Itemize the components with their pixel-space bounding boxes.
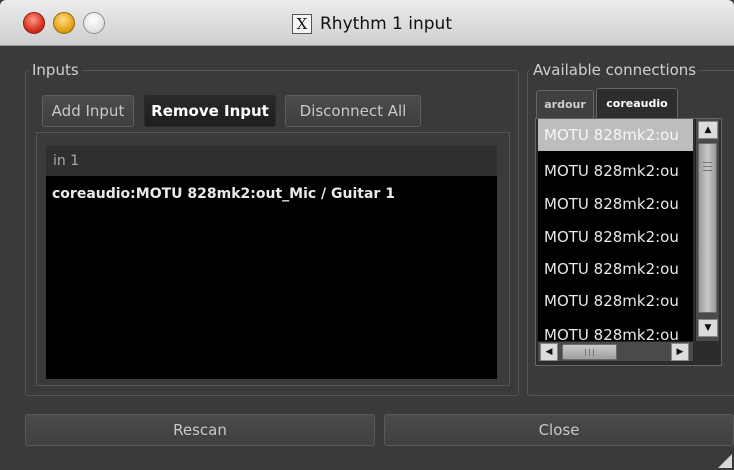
port-connection-entry[interactable]: coreaudio:MOTU 828mk2:out_Mic / Guitar 1 [52,186,395,202]
connection-item[interactable]: MOTU 828mk2:ou [538,188,693,220]
resize-grip-icon[interactable] [718,454,732,468]
grip-line [703,170,712,171]
connection-item[interactable]: MOTU 828mk2:ou [538,285,693,317]
inputs-frame-label: Inputs [29,62,82,78]
x11-app-icon: X [292,14,312,34]
port-connections-area[interactable]: in 1 coreaudio:MOTU 828mk2:out_Mic / Gui… [46,146,497,379]
port-name-header[interactable]: in 1 [46,146,497,176]
vertical-scroll-thumb[interactable] [698,143,717,313]
close-window-button[interactable] [23,12,45,34]
zoom-window-button[interactable] [83,12,105,34]
arrow-down-icon[interactable]: ▼ [698,319,718,337]
grip-line [703,166,712,167]
grip-line [585,349,586,356]
horizontal-scroll-thumb[interactable] [562,344,617,360]
tab-ardour[interactable]: ardour [536,90,594,118]
rhythm-input-window: X Rhythm 1 input Inputs Add Input Remove… [0,0,734,470]
arrow-left-icon[interactable]: ◀ [540,343,558,361]
close-button[interactable]: Close [384,414,734,446]
available-connections-list[interactable]: MOTU 828mk2:ou MOTU 828mk2:ou MOTU 828mk… [538,119,693,341]
window-title: Rhythm 1 input [320,14,452,34]
arrow-up-icon[interactable]: ▲ [698,121,718,139]
remove-input-button[interactable]: Remove Input [144,95,276,127]
arrow-right-icon[interactable]: ▶ [671,343,689,361]
connection-item[interactable]: MOTU 828mk2:ou [538,221,693,253]
add-input-button[interactable]: Add Input [42,95,134,127]
grip-line [593,349,594,356]
grip-line [589,349,590,356]
vertical-scrollbar[interactable]: ▲ ▼ [695,119,719,341]
connection-item[interactable]: MOTU 828mk2:ou [538,155,693,187]
grip-line [703,162,712,163]
disconnect-all-button[interactable]: Disconnect All [285,95,421,127]
minimize-window-button[interactable] [53,12,75,34]
window-title-group: X Rhythm 1 input [292,12,452,36]
horizontal-scrollbar[interactable]: ◀ ▶ [538,341,693,361]
connection-item[interactable]: MOTU 828mk2:ou [538,319,693,341]
connection-item[interactable]: MOTU 828mk2:ou [538,253,693,285]
tab-coreaudio[interactable]: coreaudio [596,88,678,118]
title-bar[interactable]: X Rhythm 1 input [0,0,734,46]
available-connections-label: Available connections [530,62,700,78]
rescan-button[interactable]: Rescan [25,414,375,446]
connection-item-selected[interactable]: MOTU 828mk2:ou [538,119,693,151]
